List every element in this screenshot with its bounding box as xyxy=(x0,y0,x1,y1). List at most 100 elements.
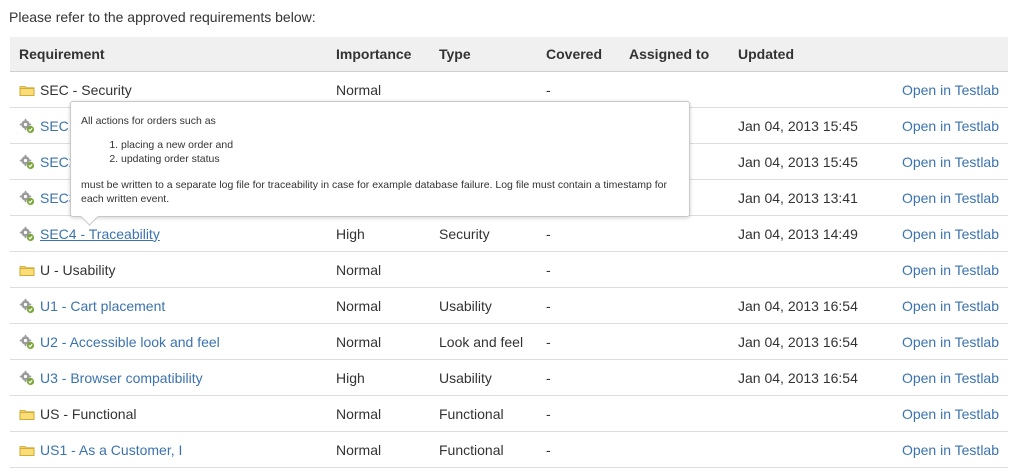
cell-updated xyxy=(729,71,879,108)
tooltip-list-item: updating order status xyxy=(121,152,679,166)
cell-assigned-to xyxy=(620,431,729,468)
open-in-testlab-link[interactable]: Open in Testlab xyxy=(902,334,999,350)
folder-icon xyxy=(19,262,35,278)
col-assigned-to: Assigned to xyxy=(620,37,729,72)
intro-text: Please refer to the approved requirement… xyxy=(9,9,316,25)
cell-covered: - xyxy=(537,431,620,468)
requirement-tooltip: All actions for orders such as placing a… xyxy=(70,101,690,226)
cell-requirement: U3 - Browser compatibility xyxy=(10,359,327,396)
cell-actions: Open in Testlab xyxy=(879,251,1008,288)
requirement-link[interactable]: U1 - Cart placement xyxy=(40,298,165,314)
requirement-link[interactable]: U3 - Browser compatibility xyxy=(40,370,203,386)
cell-updated: Jan 04, 2013 16:54 xyxy=(729,323,879,360)
open-in-testlab-link[interactable]: Open in Testlab xyxy=(902,298,999,314)
cell-updated: Jan 04, 2013 16:54 xyxy=(729,287,879,324)
cell-updated: Jan 04, 2013 15:45 xyxy=(729,143,879,180)
cell-covered: - xyxy=(537,359,620,396)
tooltip-body: must be written to a separate log file f… xyxy=(81,179,667,205)
cell-actions: Open in Testlab xyxy=(879,143,1008,180)
col-requirement: Requirement xyxy=(10,37,327,72)
cell-assigned-to xyxy=(620,287,729,324)
table-row: US - Functional Normal Functional - Open in … xyxy=(10,395,1008,432)
cell-importance: High xyxy=(327,359,430,396)
cell-assigned-to xyxy=(620,359,729,396)
cell-assigned-to xyxy=(620,215,729,252)
cell-updated xyxy=(729,395,879,432)
open-in-testlab-link[interactable]: Open in Testlab xyxy=(902,370,999,386)
cell-requirement: US - Functional xyxy=(10,395,327,432)
col-covered: Covered xyxy=(537,37,620,72)
cell-type: Functional xyxy=(430,395,537,432)
cell-updated: Jan 04, 2013 16:54 xyxy=(729,359,879,396)
cell-covered: - xyxy=(537,215,620,252)
table-row: U2 - Accessible look and feel Normal Look … xyxy=(10,323,1008,360)
table-row: SEC4 - Traceability High Security - Jan 04, … xyxy=(10,215,1008,252)
open-in-testlab-link[interactable]: Open in Testlab xyxy=(902,406,999,422)
cell-covered: - xyxy=(537,287,620,324)
requirement-link[interactable]: U2 - Accessible look and feel xyxy=(40,334,220,350)
cell-type: Usability xyxy=(430,359,537,396)
table-row: U - Usability Normal - Open in Testlab xyxy=(10,251,1008,288)
cell-assigned-to xyxy=(620,323,729,360)
cell-covered: - xyxy=(537,251,620,288)
cell-actions: Open in Testlab xyxy=(879,359,1008,396)
folder-icon xyxy=(19,406,35,422)
cell-updated xyxy=(729,431,879,468)
col-importance: Importance xyxy=(327,37,430,72)
cell-actions: Open in Testlab xyxy=(879,107,1008,144)
cell-type: Security xyxy=(430,215,537,252)
table-header-row: Requirement Importance Type Covered Assi… xyxy=(10,37,1008,72)
folder-icon xyxy=(19,442,35,458)
cell-requirement: SEC4 - Traceability xyxy=(10,215,327,252)
gear-icon xyxy=(19,370,35,386)
requirement-folder-label: US - Functional xyxy=(40,405,137,422)
table-row: U3 - Browser compatibility High Usability -… xyxy=(10,359,1008,396)
gear-icon xyxy=(19,298,35,314)
cell-actions: Open in Testlab xyxy=(879,179,1008,216)
open-in-testlab-link[interactable]: Open in Testlab xyxy=(902,442,999,458)
cell-assigned-to xyxy=(620,395,729,432)
cell-type xyxy=(430,251,537,288)
col-type: Type xyxy=(430,37,537,72)
requirement-link[interactable]: SEC4 - Traceability xyxy=(40,226,160,242)
cell-updated: Jan 04, 2013 15:45 xyxy=(729,107,879,144)
cell-type: Look and feel xyxy=(430,323,537,360)
cell-assigned-to xyxy=(620,251,729,288)
requirement-folder-label: U - Usability xyxy=(40,261,116,278)
cell-updated: Jan 04, 2013 14:49 xyxy=(729,215,879,252)
cell-requirement: US1 - As a Customer, I xyxy=(10,431,327,468)
cell-covered: - xyxy=(537,323,620,360)
open-in-testlab-link[interactable]: Open in Testlab xyxy=(902,154,999,170)
tooltip-intro: All actions for orders such as xyxy=(81,115,216,127)
open-in-testlab-link[interactable]: Open in Testlab xyxy=(902,118,999,134)
gear-icon xyxy=(19,154,35,170)
cell-actions: Open in Testlab xyxy=(879,323,1008,360)
table-row: US1 - As a Customer, I Normal Functional - O… xyxy=(10,431,1008,468)
open-in-testlab-link[interactable]: Open in Testlab xyxy=(902,262,999,278)
table-row: U1 - Cart placement Normal Usability - Jan 0… xyxy=(10,287,1008,324)
cell-importance: Normal xyxy=(327,287,430,324)
open-in-testlab-link[interactable]: Open in Testlab xyxy=(902,82,999,98)
cell-requirement: U - Usability xyxy=(10,251,327,288)
cell-importance: Normal xyxy=(327,395,430,432)
cell-importance: Normal xyxy=(327,323,430,360)
cell-updated: Jan 04, 2013 13:41 xyxy=(729,179,879,216)
cell-requirement: U1 - Cart placement xyxy=(10,287,327,324)
gear-icon xyxy=(19,226,35,242)
gear-icon xyxy=(19,334,35,350)
cell-actions: Open in Testlab xyxy=(879,71,1008,108)
requirement-link[interactable]: US1 - As a Customer, I xyxy=(40,442,182,458)
gear-icon xyxy=(19,118,35,134)
requirement-folder-label: SEC - Security xyxy=(40,81,132,98)
cell-importance: Normal xyxy=(327,431,430,468)
col-actions xyxy=(879,37,1008,72)
cell-type: Functional xyxy=(430,431,537,468)
open-in-testlab-link[interactable]: Open in Testlab xyxy=(902,226,999,242)
open-in-testlab-link[interactable]: Open in Testlab xyxy=(902,190,999,206)
cell-updated xyxy=(729,251,879,288)
cell-actions: Open in Testlab xyxy=(879,287,1008,324)
col-updated: Updated xyxy=(729,37,879,72)
cell-importance: High xyxy=(327,215,430,252)
cell-type: Usability xyxy=(430,287,537,324)
cell-actions: Open in Testlab xyxy=(879,395,1008,432)
